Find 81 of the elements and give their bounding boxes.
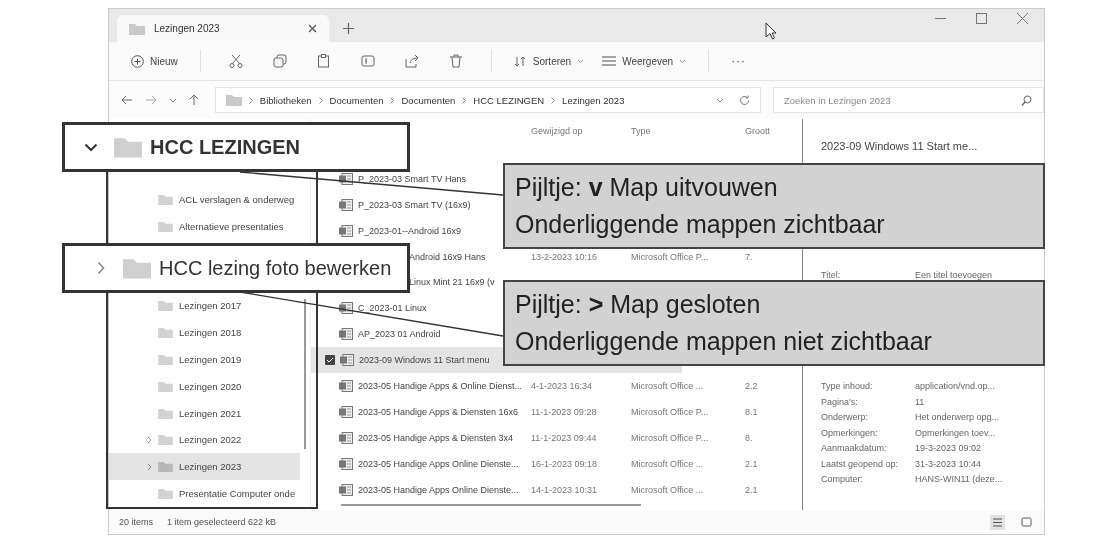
column-header[interactable]: Groott [745,126,771,140]
property-value: Het onderwerp opg... [915,412,1000,423]
modified-date: 11-1-2023 09:44 [530,432,598,443]
property-value: 11 [915,396,925,407]
file-name[interactable]: Linux Mint 21 16x9 (v [409,277,495,288]
view-button[interactable]: Weergeven [596,51,693,71]
selection-info: 1 item geselecteerd 622 kB [167,517,277,527]
new-button[interactable]: Nieuw [125,50,184,72]
file-size: 7. [745,251,754,262]
modified-date: 16-1-2023 09:18 [530,458,599,469]
property-value: Opmerkingen toev... [915,427,996,438]
file-name[interactable]: 2023-05 Handige Apps & Diensten 16x6 [358,406,519,417]
property-label: Computer: [821,474,865,485]
callout-text: Onderliggende mappen zichtbaar [515,209,886,240]
file-name[interactable]: AP_2023 01 Android [358,329,441,340]
file-name[interactable]: 2023-05 Handige Apps Online Dienste... [358,458,519,469]
property-label: Aanmaakdatum: [821,443,888,454]
file-name[interactable]: 2023-05 Handige Apps & Diensten 3x4 [358,432,514,443]
breadcrumb-item[interactable]: Lezingen 2023 [562,94,625,106]
callout-text: Onderliggende mappen niet zichtbaar [515,326,933,357]
file-name[interactable]: P_2023-03 Smart TV Hans [358,173,466,184]
sort-button[interactable]: Sorteren [507,51,591,71]
property-label: Onderwerp: [821,412,870,423]
file-size: 8. [745,432,754,443]
file-name[interactable]: 2023-05 Handige Apps Online Dienste... [358,484,519,495]
nav-tree-item[interactable]: Lezingen 2021 [109,399,300,427]
property-label: Opmerkingen: [821,427,879,438]
property-label: Type inhoud: [821,381,874,392]
breadcrumb-item[interactable]: Documenten [329,94,384,106]
breadcrumb-item[interactable]: HCC LEZINGEN [473,94,545,106]
zoomed-folder-item: HCC lezing foto bewerken [62,243,410,293]
property-value: 19-3-2023 09:02 [915,443,982,454]
file-name[interactable]: Android 16x9 Hans [409,251,486,262]
nav-tree-item[interactable]: Alternatieve presentaties [109,212,300,240]
address-bar[interactable]: Bibliotheken Documenten Documenten HCC LEZINGEN Lezingen 2023 [214,87,761,113]
file-type: Microsoft Office ... [631,458,705,469]
modified-date: 4-1-2023 16:34 [530,380,594,391]
file-type: Microsoft Office ... [631,380,705,391]
zoomed-folder-item: HCC LEZINGEN [62,122,410,172]
nav-tree-item[interactable]: Lezingen 2018 [109,319,300,347]
file-name[interactable]: C_2023-01 Linux [358,303,427,314]
property-value: 31-3-2023 10:44 [915,458,982,469]
nav-tree-item[interactable]: Lezingen 2017 [109,292,300,320]
file-type: Microsoft Office P... [631,432,710,443]
more-button[interactable]: ··· [725,50,753,72]
modified-date: 14-1-2023 10:31 [530,484,599,495]
property-label: Pagina's: [821,396,859,407]
file-size: 8.1 [745,406,759,417]
folder-tab[interactable]: Lezingen 2023 [117,15,329,42]
file-name[interactable]: 2023-09 Windows 11 Start menu [359,355,490,366]
nav-tree-item[interactable]: Lezingen 2019 [109,346,300,373]
column-header[interactable]: Gewijzigd op [529,126,631,140]
callout-text: Pijltje: > Map gesloten [515,289,762,320]
nav-tree-item[interactable]: ACL verslagen & onderweg [109,186,300,213]
nav-tree-item[interactable]: Lezingen 2023 [109,453,300,481]
property-value[interactable]: Een titel toevoegen [915,269,993,280]
property-value: HANS-WIN11 (deze... [915,474,1003,485]
item-count: 20 items [119,517,153,527]
property-value: application/vnd.op... [915,381,996,392]
modified-date: 11-1-2023 09:28 [530,406,598,417]
file-size: 2.1 [745,484,759,495]
file-name[interactable]: P_2023-01--Android 16x9 [358,225,462,236]
breadcrumb-item[interactable]: Bibliotheken [259,94,312,106]
search-field[interactable]: Zoeken in Lezingen 2023 [772,87,1044,113]
nav-tree-item[interactable]: Lezingen 2020 [109,373,300,400]
modified-date: 13-2-2023 10:16 [530,251,599,262]
file-name[interactable]: 2023-05 Handige Apps & Online Dienst... [358,380,523,391]
property-label: Titel: [821,269,842,280]
nav-tree-item[interactable]: Lezingen 2022 [109,426,300,454]
callout-text: Pijltje: v Map uitvouwen [515,172,779,203]
nav-tree-item[interactable]: Presentatie Computer onde [109,480,300,507]
file-type: Microsoft Office ... [631,484,705,495]
breadcrumb-item[interactable]: Documenten [401,94,456,106]
file-type: Microsoft Office P... [631,251,710,262]
file-name[interactable]: P_2023-03 Smart TV (16x9) [358,199,471,210]
details-title: 2023-09 Windows 11 Start me... [821,141,979,151]
column-header[interactable]: Type [631,126,745,140]
file-type: Microsoft Office P... [631,406,710,417]
file-size: 2.1 [745,458,759,469]
file-size: 2.2 [745,380,759,391]
property-label: Laatst geopend op: [821,458,900,469]
